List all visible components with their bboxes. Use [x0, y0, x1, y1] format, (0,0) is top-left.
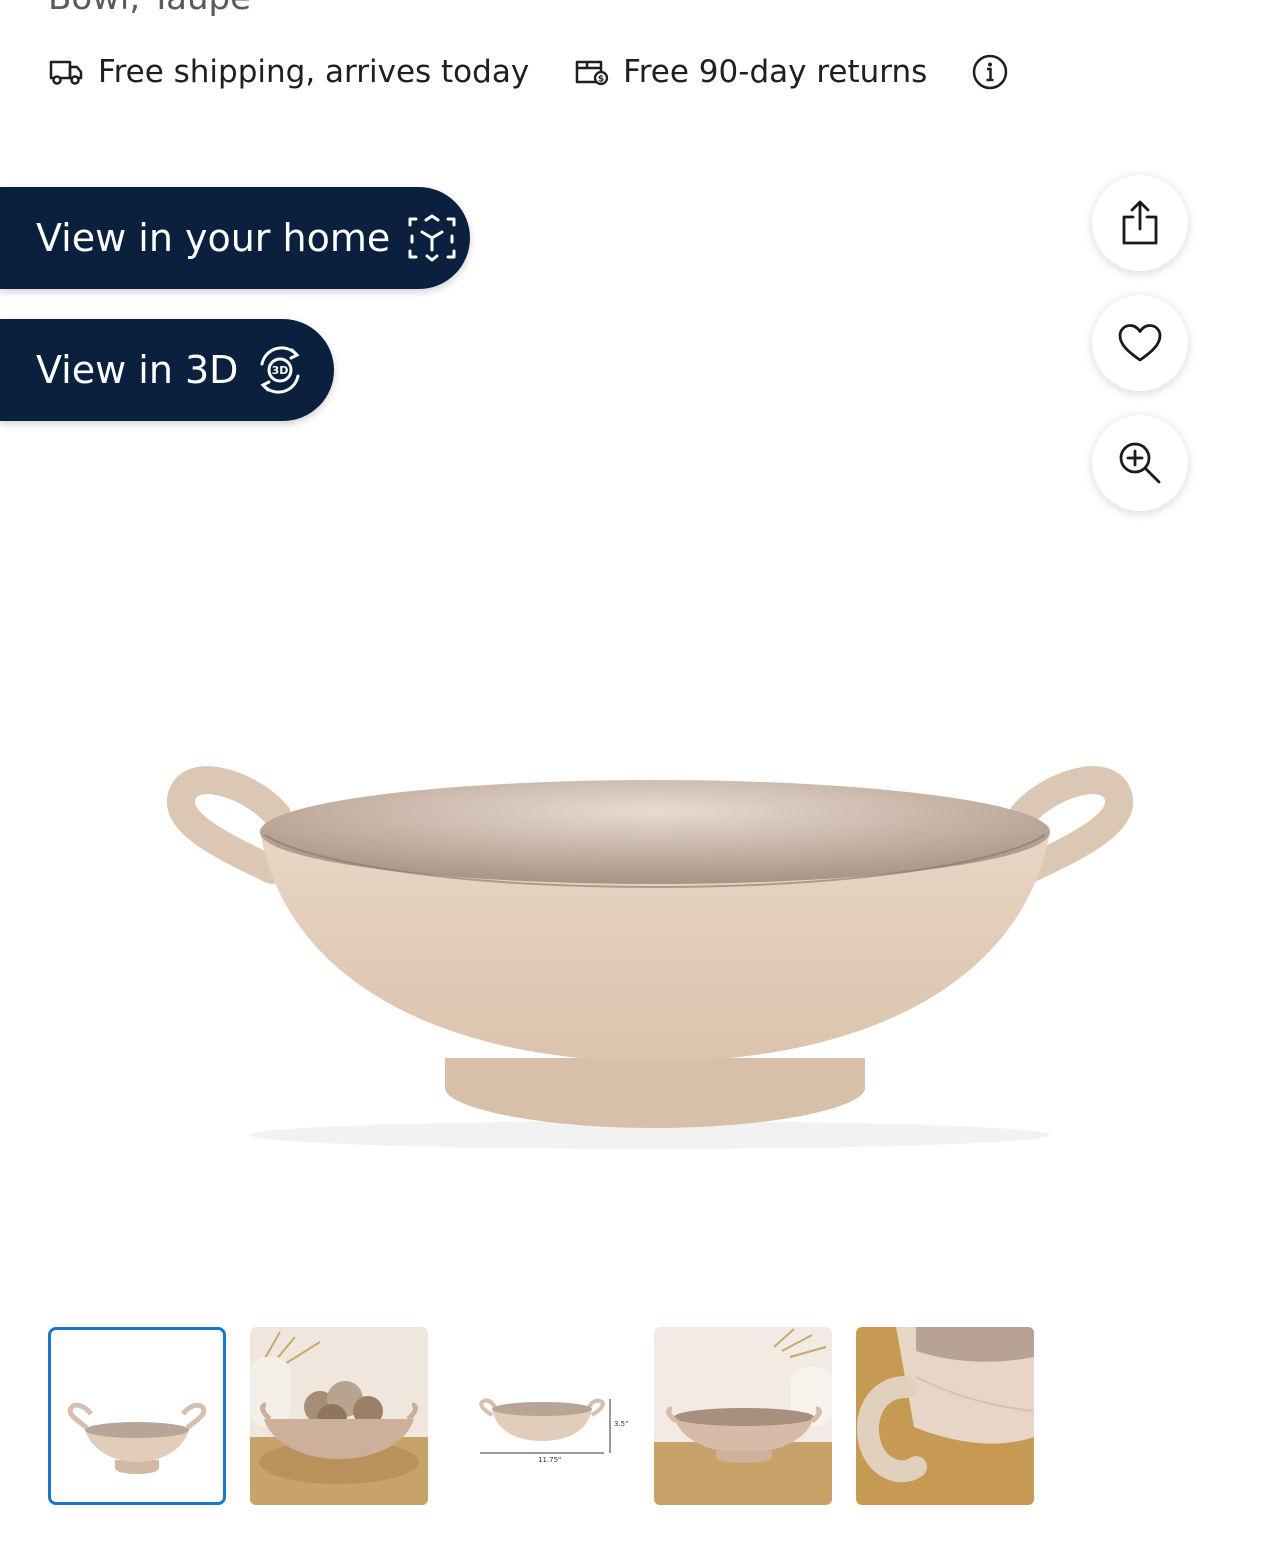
view-in-your-home-label: View in your home: [36, 216, 391, 260]
view-in-3d-label: View in 3D: [36, 348, 239, 392]
product-title: Bowl, Taupe: [48, 0, 251, 18]
shipping-text: Free shipping, arrives today: [98, 54, 530, 90]
returns-icon: $: [575, 60, 609, 86]
dimension-width-text: 11.75": [538, 1456, 561, 1464]
3d-badge-text: 3D: [272, 364, 289, 377]
thumbnail-4[interactable]: [654, 1327, 832, 1505]
thumbnail-3[interactable]: 3.5" 11.75": [452, 1327, 630, 1505]
zoom-button[interactable]: [1092, 415, 1188, 511]
view-in-3d-button[interactable]: View in 3D 3D: [0, 319, 334, 421]
thumbnail-styled-bowl-image: [250, 1327, 428, 1505]
zoom-in-icon: [1119, 442, 1161, 484]
thumbnail-2[interactable]: [250, 1327, 428, 1505]
share-button[interactable]: [1092, 175, 1188, 271]
bowl-image: [167, 766, 1133, 1149]
image-gallery-thumbnails: 3.5" 11.75": [48, 1327, 1058, 1505]
info-icon: [973, 54, 1008, 90]
shipping-info: Free shipping, arrives today: [48, 54, 529, 90]
thumbnail-lifestyle-image: [654, 1327, 832, 1505]
thumbnail-handle-detail-image: [856, 1327, 1034, 1505]
heart-icon: [1118, 324, 1162, 362]
view-in-your-home-button[interactable]: View in your home: [0, 187, 470, 289]
share-icon: [1122, 200, 1158, 245]
thumbnail-bowl-image: [51, 1330, 223, 1502]
product-main-image[interactable]: [150, 740, 1150, 1160]
returns-text: Free 90-day returns: [623, 54, 928, 90]
dimension-height-text: 3.5": [614, 1420, 628, 1428]
returns-info-button[interactable]: [971, 53, 1009, 91]
ar-cube-icon: [408, 214, 456, 262]
rotate-3d-icon: 3D: [260, 346, 300, 394]
thumbnail-5[interactable]: [856, 1327, 1034, 1505]
thumbnail-1[interactable]: [48, 1327, 226, 1505]
thumbnail-dimensions-image: 3.5" 11.75": [452, 1327, 630, 1505]
truck-icon: [49, 60, 83, 85]
returns-info: $ Free 90-day returns: [573, 54, 927, 90]
svg-text:$: $: [598, 75, 604, 85]
fulfillment-info-row: Free shipping, arrives today $ Free 90-d…: [48, 48, 1009, 96]
favorite-button[interactable]: [1092, 295, 1188, 391]
